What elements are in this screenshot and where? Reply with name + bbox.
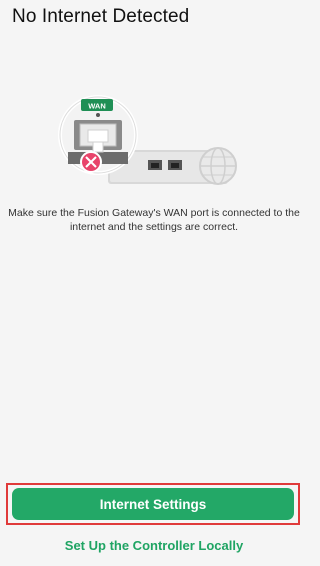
page-title: No Internet Detected — [12, 6, 190, 27]
internet-settings-button[interactable]: Internet Settings — [12, 488, 294, 520]
instruction-text: Make sure the Fusion Gateway's WAN port … — [8, 207, 300, 233]
setup-controller-locally-link[interactable]: Set Up the Controller Locally — [0, 538, 308, 553]
highlight-frame: Internet Settings — [6, 483, 300, 525]
globe-icon — [199, 147, 237, 185]
wan-badge-label: WAN — [88, 102, 106, 111]
disconnected-icon — [80, 151, 102, 173]
wan-disconnected-illustration: WAN — [58, 95, 237, 185]
